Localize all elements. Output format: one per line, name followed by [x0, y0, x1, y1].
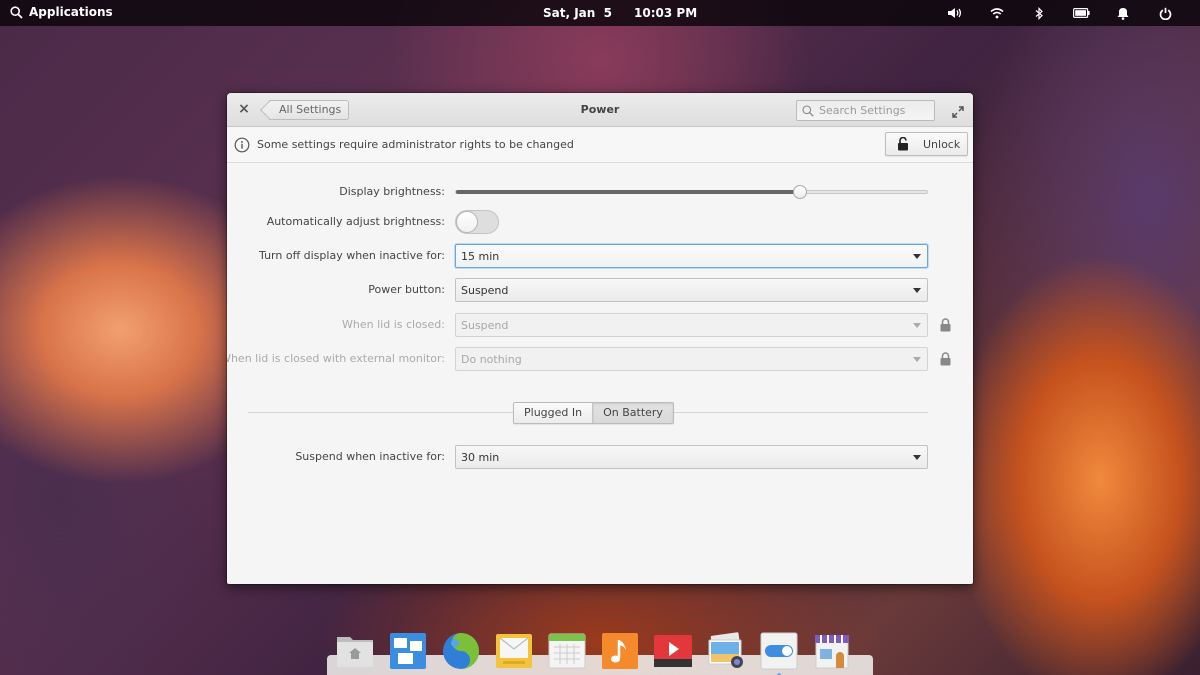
display-brightness-slider[interactable]: [455, 185, 928, 199]
time-text: 10:03 PM: [634, 6, 698, 20]
lock-icon: [940, 318, 951, 332]
lid-closed-external-label: When lid is closed with external monitor…: [227, 352, 445, 365]
dropdown-arrow-icon: [913, 455, 921, 460]
dock: [333, 629, 854, 675]
applications-label: Applications: [29, 5, 113, 19]
search-icon: [802, 104, 814, 117]
power-button-row: Power button: Suspend: [227, 278, 973, 302]
power-icon: [1159, 7, 1171, 20]
top-panel: Applications Sat, Jan 5 10:03 PM: [0, 0, 1200, 26]
wifi-icon: [990, 8, 1004, 19]
unlock-label: Unlock: [923, 137, 961, 151]
dropdown-value: Suspend: [461, 319, 509, 332]
dock-item-appcenter[interactable]: [810, 629, 854, 673]
dock-item-music[interactable]: [598, 629, 642, 673]
session-indicator[interactable]: [1144, 4, 1186, 22]
folder-home-icon: [337, 637, 373, 667]
auto-brightness-row: Automatically adjust brightness:: [227, 210, 973, 234]
multitasking-icon: [390, 633, 426, 669]
slider-fill: [456, 190, 800, 194]
suspend-inactive-dropdown[interactable]: 30 min: [455, 445, 928, 469]
turn-off-display-row: Turn off display when inactive for: 15 m…: [227, 244, 973, 268]
power-button-label: Power button:: [368, 283, 445, 296]
store-icon: [815, 635, 849, 669]
lid-closed-label: When lid is closed:: [342, 318, 445, 331]
bluetooth-indicator[interactable]: [1018, 4, 1060, 22]
indicator-area: [934, 4, 1186, 22]
battery-indicator[interactable]: [1060, 4, 1102, 22]
lid-closed-external-row: When lid is closed with external monitor…: [227, 347, 973, 371]
dropdown-value: 15 min: [461, 250, 500, 263]
dock-item-multitasking[interactable]: [386, 629, 430, 673]
maximize-icon: [952, 106, 964, 118]
permission-infobar: Some settings require administrator righ…: [227, 128, 973, 163]
slider-handle[interactable]: [792, 185, 807, 199]
photos-icon: [708, 632, 743, 668]
dropdown-value: Suspend: [461, 284, 509, 297]
unlock-button[interactable]: Unlock: [885, 132, 968, 156]
volume-icon: [948, 8, 962, 18]
tab-plugged-in[interactable]: Plugged In: [514, 403, 593, 423]
battery-icon: [1072, 8, 1090, 18]
dock-item-system-settings[interactable]: [757, 629, 801, 675]
notifications-icon: [1117, 7, 1129, 20]
dock-item-files[interactable]: [333, 629, 377, 673]
display-brightness-label: Display brightness:: [339, 185, 445, 198]
network-indicator[interactable]: [976, 4, 1018, 22]
suspend-inactive-row: Suspend when inactive for: 30 min: [227, 445, 973, 469]
suspend-inactive-label: Suspend when inactive for:: [295, 450, 445, 463]
calendar-icon: [548, 633, 586, 669]
datetime-indicator[interactable]: Sat, Jan 5 10:03 PM: [543, 6, 697, 20]
mail-icon: [496, 634, 532, 668]
power-button-dropdown[interactable]: Suspend: [455, 278, 928, 302]
power-source-switcher: Plugged In On Battery: [513, 402, 674, 424]
auto-brightness-switch[interactable]: [455, 210, 499, 234]
dock-item-web-browser[interactable]: [439, 629, 483, 673]
search-icon: [10, 5, 23, 19]
bluetooth-icon: [1035, 6, 1043, 20]
settings-window: × All Settings Power Some settings requi…: [227, 93, 973, 584]
lid-closed-external-dropdown: Do nothing: [455, 347, 928, 371]
auto-brightness-label: Automatically adjust brightness:: [266, 215, 445, 228]
unlocked-padlock-icon: [898, 137, 908, 151]
window-titlebar[interactable]: × All Settings Power: [227, 93, 973, 127]
search-field[interactable]: [796, 100, 935, 121]
dropdown-value: 30 min: [461, 451, 500, 464]
date-text: Sat, Jan 5: [543, 6, 613, 20]
dropdown-arrow-icon: [913, 254, 921, 259]
lid-closed-dropdown: Suspend: [455, 313, 928, 337]
dropdown-arrow-icon: [913, 323, 921, 328]
dropdown-arrow-icon: [913, 288, 921, 293]
dock-item-calendar[interactable]: [545, 629, 589, 673]
notifications-indicator[interactable]: [1102, 4, 1144, 22]
turn-off-display-dropdown[interactable]: 15 min: [455, 244, 928, 268]
dropdown-value: Do nothing: [461, 353, 522, 366]
infobar-message: Some settings require administrator righ…: [257, 138, 574, 151]
separator-right: [662, 412, 928, 413]
volume-indicator[interactable]: [934, 4, 976, 22]
maximize-button[interactable]: [952, 103, 964, 122]
tab-on-battery[interactable]: On Battery: [592, 403, 673, 423]
lid-closed-row: When lid is closed: Suspend: [227, 313, 973, 337]
music-note-icon: [602, 633, 638, 669]
dock-item-photos[interactable]: [704, 629, 748, 673]
dropdown-arrow-icon: [913, 357, 921, 362]
display-brightness-row: Display brightness:: [227, 180, 973, 204]
dock-item-mail[interactable]: [492, 629, 536, 673]
lock-icon: [940, 352, 951, 366]
dock-item-videos[interactable]: [651, 629, 695, 673]
settings-toggle-icon: [760, 632, 798, 670]
info-icon: [234, 137, 250, 153]
video-play-icon: [654, 635, 692, 667]
search-input[interactable]: [819, 104, 929, 117]
turn-off-display-label: Turn off display when inactive for:: [259, 249, 445, 262]
applications-menu-button[interactable]: Applications: [10, 5, 113, 19]
browser-globe-icon: [443, 633, 479, 669]
separator-left: [248, 412, 513, 413]
switch-knob: [456, 211, 478, 233]
